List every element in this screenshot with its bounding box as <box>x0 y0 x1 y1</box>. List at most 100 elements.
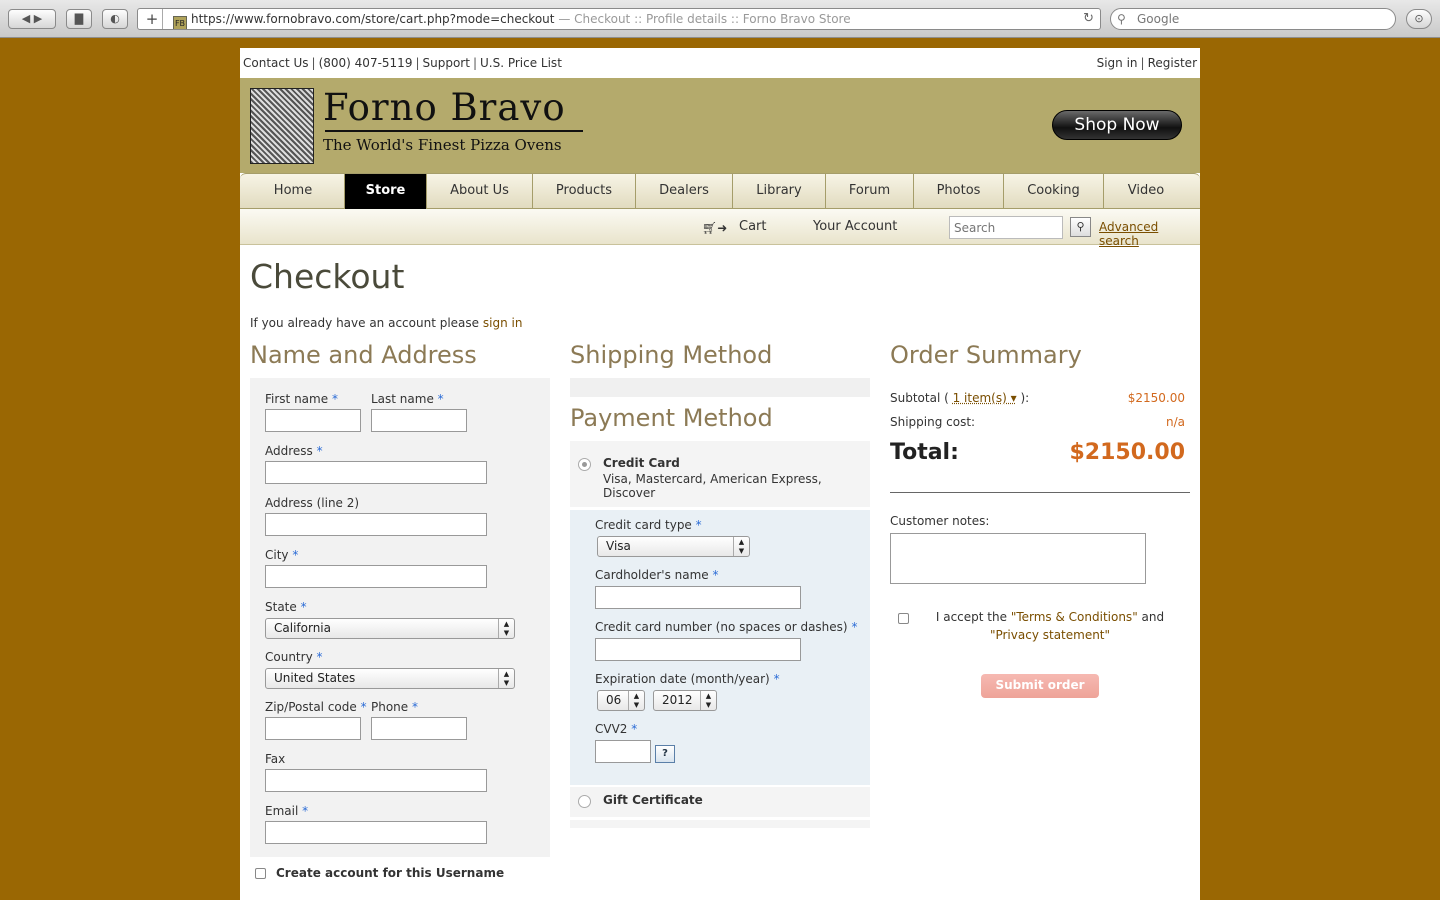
gift-certificate-radio[interactable] <box>578 795 591 808</box>
nav-tab-about-us[interactable]: About Us <box>427 174 533 209</box>
required-mark: * <box>851 620 858 634</box>
city-input[interactable] <box>265 565 487 588</box>
address2-input[interactable] <box>265 513 487 536</box>
required-mark: * <box>292 548 299 562</box>
required-mark: * <box>302 804 309 818</box>
create-account-checkbox[interactable] <box>255 868 266 879</box>
cvv-label-text: CVV2 <box>595 722 628 736</box>
expiration-month-select[interactable]: 06 ▲ ▼ <box>597 690 645 711</box>
browser-search-field[interactable]: ⚲ Google <box>1110 8 1396 30</box>
sign-in-link[interactable]: Sign in <box>1097 56 1138 70</box>
chevron-down-icon: ▾ <box>1010 391 1017 405</box>
country-select[interactable]: United States ▲ ▼ <box>265 668 515 689</box>
email-input[interactable] <box>265 821 487 844</box>
credit-card-description: Visa, Mastercard, American Express, Disc… <box>603 472 822 500</box>
submit-order-button[interactable]: Submit order <box>981 674 1099 698</box>
logo-tagline: The World's Finest Pizza Ovens <box>323 136 562 154</box>
required-mark: * <box>300 600 307 614</box>
downloads-icon[interactable]: ⊙ <box>1406 9 1432 29</box>
terms-link[interactable]: "Terms & Conditions" <box>1011 610 1138 624</box>
phone-input[interactable] <box>371 717 467 740</box>
items-dropdown-link[interactable]: 1 item(s) ▾ <box>953 391 1017 405</box>
logo-engraving-image[interactable] <box>250 88 314 164</box>
nav-tab-home[interactable]: Home <box>242 174 345 209</box>
phone-number: (800) 407-5119 <box>318 56 413 70</box>
last-name-label-text: Last name <box>371 392 434 406</box>
sidebar-icon[interactable]: ▇ <box>66 9 92 29</box>
required-mark: * <box>437 392 444 406</box>
search-button[interactable]: ⚲ <box>1070 217 1091 237</box>
payment-method-heading: Payment Method <box>570 404 773 432</box>
top-links-bar: Contact Us | (800) 407-5119 | Support | U.S. P… <box>240 48 1200 78</box>
address-input[interactable] <box>265 461 487 484</box>
nav-tab-photos[interactable]: Photos <box>914 174 1004 209</box>
support-link[interactable]: Support <box>423 56 470 70</box>
privacy-link[interactable]: "Privacy statement" <box>990 628 1110 642</box>
cardholder-label-text: Cardholder's name <box>595 568 709 582</box>
store-subnav: 🛒︎➜ Cart Your Account ⚲ Advanced search <box>240 209 1200 248</box>
nav-tab-store[interactable]: Store <box>345 174 427 209</box>
store-search-input[interactable] <box>949 216 1063 239</box>
last-name-input[interactable] <box>371 409 467 432</box>
search-icon: ⚲ <box>1117 12 1126 26</box>
your-account-link[interactable]: Your Account <box>813 219 897 234</box>
zip-input[interactable] <box>265 717 361 740</box>
nav-tab-video[interactable]: Video <box>1104 174 1188 209</box>
address-label: Address * <box>265 444 323 458</box>
shop-now-button[interactable]: Shop Now <box>1052 110 1182 140</box>
fax-input[interactable] <box>265 769 487 792</box>
price-list-link[interactable]: U.S. Price List <box>480 56 562 70</box>
last-name-label: Last name * <box>371 392 444 406</box>
cardholder-input[interactable] <box>595 586 801 609</box>
card-number-label-text: Credit card number (no spaces or dashes) <box>595 620 848 634</box>
card-number-input[interactable] <box>595 638 801 661</box>
header-banner: Forno Bravo The World's Finest Pizza Ove… <box>240 78 1200 173</box>
add-bookmark-icon[interactable]: + <box>142 9 163 29</box>
cvv-help-button[interactable]: ? <box>655 745 675 763</box>
browser-toolbar: ◀ ▶ ▇ ◐ + FB https://www.fornobravo.com/s… <box>0 0 1440 38</box>
nav-tab-products[interactable]: Products <box>533 174 636 209</box>
reload-icon[interactable]: ↻ <box>1083 9 1094 29</box>
card-type-select[interactable]: Visa ▲ ▼ <box>597 536 750 557</box>
items-count: 1 item(s) <box>952 391 1007 405</box>
email-label-text: Email <box>265 804 299 818</box>
create-account-label: Create account for this Username <box>276 866 505 880</box>
first-name-input[interactable] <box>265 409 361 432</box>
and-text: and <box>1141 610 1165 624</box>
required-mark: * <box>773 672 780 686</box>
logo-title[interactable]: Forno Bravo <box>323 86 566 129</box>
nav-tab-cooking[interactable]: Cooking <box>1004 174 1104 209</box>
gift-certificate-label: Gift Certificate <box>603 793 703 807</box>
cvv-input[interactable] <box>595 740 651 763</box>
share-icon[interactable]: ◐ <box>102 9 128 29</box>
required-mark: * <box>316 444 323 458</box>
expiration-year-select[interactable]: 2012 ▲ ▼ <box>653 690 717 711</box>
customer-notes-label: Customer notes: <box>890 514 990 528</box>
accept-terms-checkbox[interactable] <box>898 613 909 624</box>
subtotal-value: $2150.00 <box>1127 391 1185 405</box>
address-bar[interactable]: + FB https://www.fornobravo.com/store/car… <box>137 8 1101 30</box>
nav-tab-dealers[interactable]: Dealers <box>636 174 733 209</box>
main-nav: Home Store About Us Products Dealers Library F… <box>240 173 1200 209</box>
nav-tab-library[interactable]: Library <box>733 174 826 209</box>
shipping-method-heading: Shipping Method <box>570 341 773 369</box>
phone-label-text: Phone <box>371 700 409 714</box>
browser-search-placeholder: Google <box>1137 12 1180 26</box>
register-link[interactable]: Register <box>1148 56 1197 70</box>
cart-link[interactable]: Cart <box>739 219 767 234</box>
sign-in-inline-link[interactable]: sign in <box>483 316 523 330</box>
summary-divider <box>890 492 1190 493</box>
cart-icon[interactable]: 🛒︎➜ <box>702 221 727 235</box>
select-arrows-icon: ▲ ▼ <box>700 691 716 710</box>
advanced-search-link[interactable]: Advanced search <box>1099 220 1200 248</box>
select-arrows-icon: ▲ ▼ <box>498 669 514 688</box>
sign-in-prompt: If you already have an account please si… <box>250 316 522 330</box>
back-forward-buttons[interactable]: ◀ ▶ <box>8 9 56 29</box>
credit-card-radio[interactable] <box>578 458 591 471</box>
customer-notes-textarea[interactable] <box>890 533 1146 584</box>
required-mark: * <box>695 518 702 532</box>
card-type-label-text: Credit card type <box>595 518 692 532</box>
state-select[interactable]: California ▲ ▼ <box>265 618 515 639</box>
nav-tab-forum[interactable]: Forum <box>826 174 914 209</box>
contact-us-link[interactable]: Contact Us <box>243 56 309 70</box>
